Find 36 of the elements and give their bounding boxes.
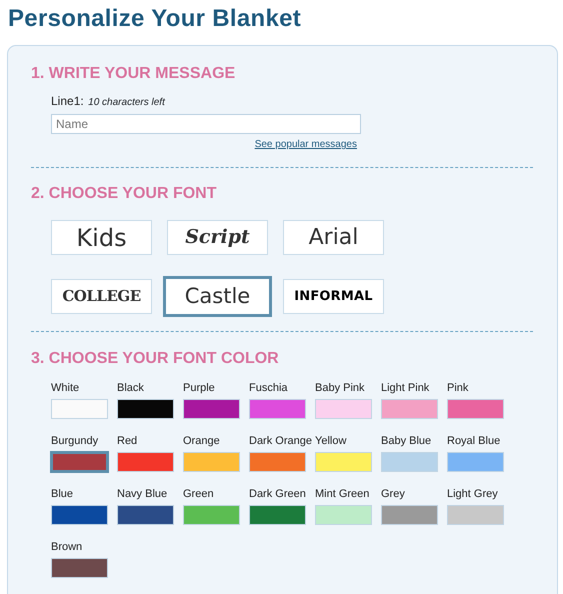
color-label: Dark Green [249,488,307,501]
color-label: Yellow [315,435,348,448]
section-heading: 1. WRITE YOUR MESSAGE [31,64,236,84]
color-label: Green [183,488,215,501]
font-option[interactable]: COLLEGE [51,279,152,314]
color-label: White [51,382,80,395]
color-label: Navy Blue [117,488,168,501]
color-label: Light Grey [447,488,499,501]
color-label: Burgundy [51,435,100,448]
message-field[interactable]: Name [51,114,361,134]
color-label: Fuschia [249,382,289,395]
color-label: Pink [447,382,470,395]
font-option[interactable]: Kids [51,220,152,255]
color-label: Brown [51,541,84,554]
font-option[interactable]: Arial [283,220,384,255]
popular-messages-link[interactable]: See popular messages [254,139,357,150]
section-heading: 3. CHOOSE YOUR FONT COLOR [31,349,280,369]
color-label: Red [117,435,138,448]
color-label: Orange [183,435,221,448]
color-label: Mint Green [315,488,370,501]
color-label: Royal Blue [447,435,502,448]
page-title: Personalize Your Blanket [8,4,302,34]
color-label: Grey [381,488,406,501]
color-label: Dark Orange [249,435,313,448]
color-label: Blue [51,488,74,501]
field-label: Line1: [51,94,84,108]
color-label: Baby Blue [381,435,432,448]
characters-left-hint: 10 characters left [88,97,165,108]
color-label: Purple [183,382,216,395]
section-heading: 2. CHOOSE YOUR FONT [31,184,218,204]
font-option[interactable]: Script [167,220,268,255]
color-label: Baby Pink [315,382,366,395]
font-option[interactable]: Castle [163,276,272,317]
font-option[interactable]: INFORMAL [283,279,384,314]
color-label: Light Pink [381,382,430,395]
color-label: Black [117,382,145,395]
